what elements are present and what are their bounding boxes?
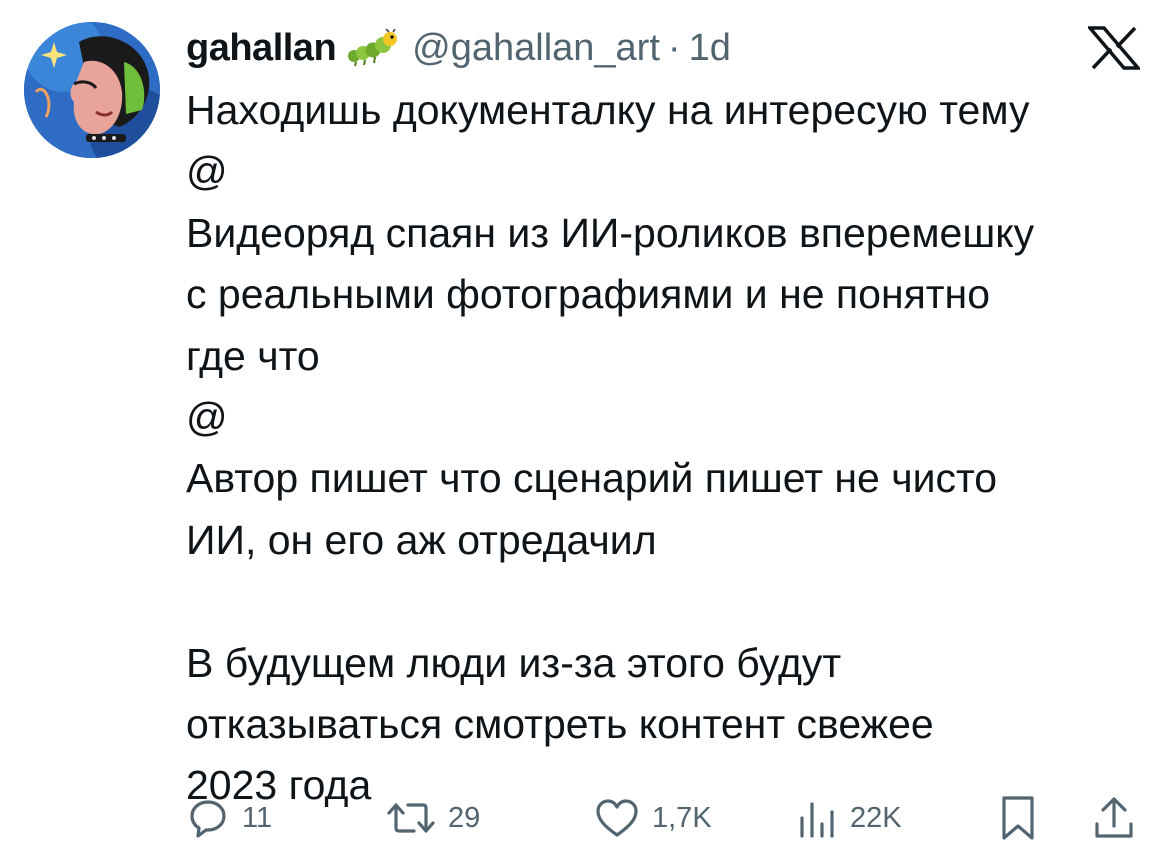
like-count: 1,7K	[652, 801, 712, 834]
share-icon	[1092, 794, 1136, 842]
tweet-line: отказываться смотреть контент свежее	[186, 700, 934, 747]
tweet-header: gahallan @gahallan_art · 1d	[186, 20, 731, 76]
tweet-text: Находишь документалку на интересую тему …	[186, 80, 1156, 817]
bookmark-button[interactable]	[998, 788, 1038, 848]
bookmark-icon	[998, 794, 1038, 842]
tweet-line: В будущем люди из-за этого будут	[186, 639, 842, 686]
timestamp[interactable]: 1d	[689, 27, 731, 70]
tweet-line: Видеоряд спаян из ИИ-роликов вперемешку	[186, 209, 1035, 256]
user-handle[interactable]: @gahallan_art	[412, 27, 660, 70]
reply-icon	[186, 796, 230, 840]
separator-dot: ·	[667, 26, 681, 69]
retweet-icon	[386, 796, 436, 840]
tweet-line: Находишь документалку на интересую тему	[186, 87, 1030, 133]
tweet-line: ИИ, он его аж отредачил	[186, 516, 657, 563]
tweet-line: где что	[186, 332, 320, 379]
tweet-line: Автор пишет что сценарий пишет не чисто	[186, 455, 998, 502]
retweet-button[interactable]: 29	[386, 788, 480, 848]
display-name[interactable]: gahallan	[186, 27, 337, 70]
avatar[interactable]	[24, 22, 160, 158]
reply-count: 11	[242, 801, 273, 834]
tweet-line: с реальными фотографиями и не понятно	[186, 271, 991, 318]
tweet-line: @	[186, 148, 228, 195]
views-icon	[794, 796, 838, 840]
reply-button[interactable]: 11	[186, 788, 272, 848]
tweet-action-bar: 11 29 1,7K 22K	[186, 788, 1146, 848]
tweet-line: @	[186, 393, 228, 440]
heart-icon	[594, 796, 640, 840]
views-count: 22K	[850, 801, 902, 834]
avatar-illustration	[24, 22, 160, 158]
tweet-line	[186, 571, 1156, 632]
x-logo-icon	[1086, 26, 1142, 70]
views-button[interactable]: 22K	[794, 788, 902, 848]
share-button[interactable]	[1092, 788, 1136, 848]
retweet-count: 29	[448, 801, 481, 834]
like-button[interactable]: 1,7K	[594, 788, 712, 848]
caterpillar-emoji-icon	[346, 28, 398, 67]
